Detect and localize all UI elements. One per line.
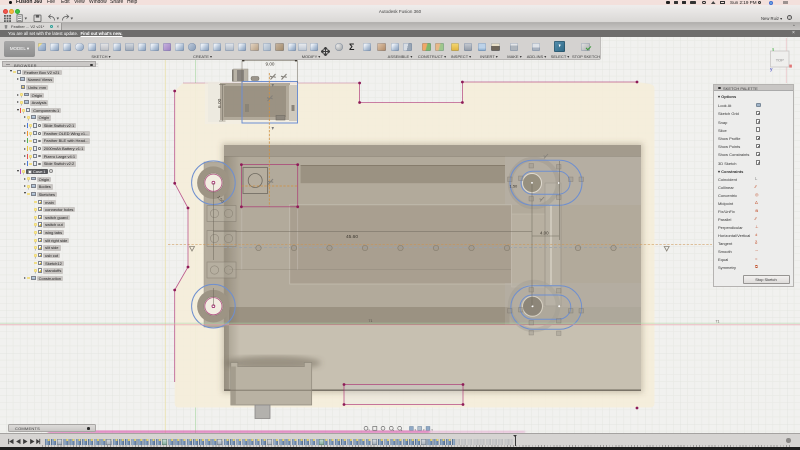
svg-text:6.00: 6.00 bbox=[217, 98, 223, 108]
svg-text:4.00: 4.00 bbox=[540, 231, 549, 236]
svg-text:1.50: 1.50 bbox=[510, 184, 519, 189]
svg-text:71: 71 bbox=[369, 319, 373, 323]
svg-text:9.00: 9.00 bbox=[266, 62, 275, 67]
svg-text:45.60: 45.60 bbox=[346, 234, 358, 240]
svg-text:71: 71 bbox=[716, 320, 720, 324]
svg-text:TOP: TOP bbox=[776, 57, 784, 62]
